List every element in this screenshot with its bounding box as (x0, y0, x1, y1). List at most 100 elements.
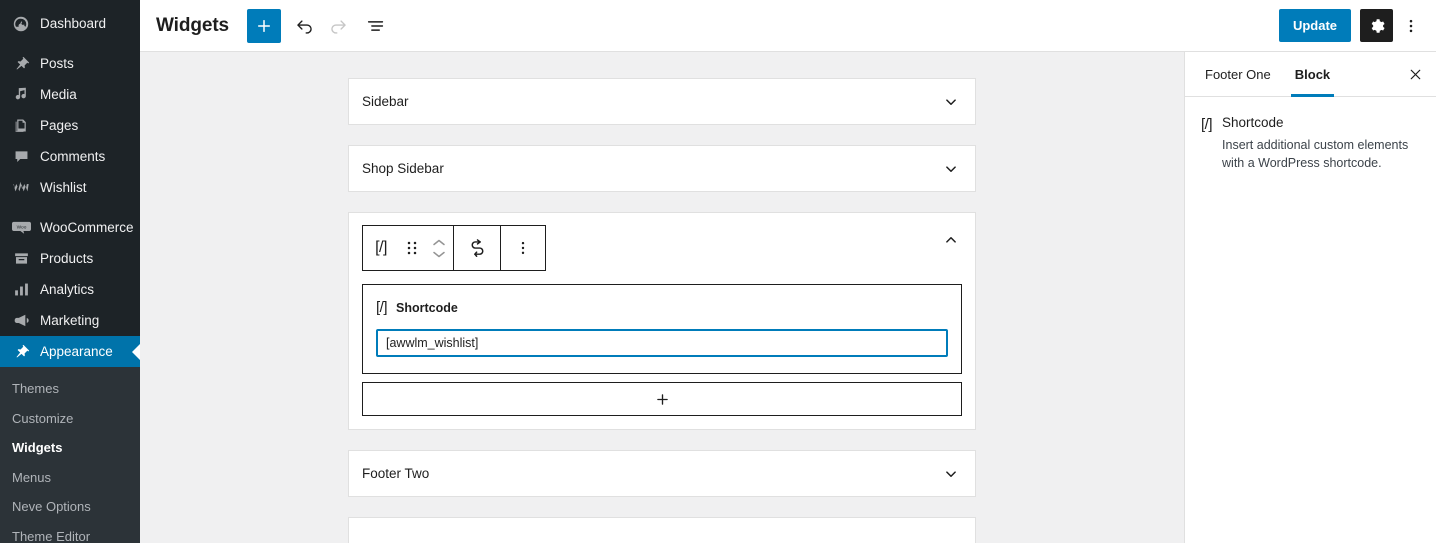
widget-areas-canvas: Sidebar Shop Sidebar [/] [/] Shortcode [… (140, 52, 1184, 543)
chevron-up-icon[interactable] (941, 230, 961, 250)
media-icon (11, 85, 31, 105)
sidebar-item-label: Media (40, 86, 77, 102)
widget-panel-shop-sidebar: Shop Sidebar (348, 145, 976, 192)
sidebar-item-media[interactable]: Media (0, 79, 140, 110)
block-info-card: [/] Shortcode Insert additional custom e… (1185, 97, 1436, 172)
shortcode-label-text: Shortcode (396, 300, 458, 315)
add-block-appender[interactable] (362, 382, 962, 416)
submenu-item-neve-options[interactable]: Neve Options (0, 492, 140, 522)
widget-panel-sidebar: Sidebar (348, 78, 976, 125)
sidebar-item-comments[interactable]: Comments (0, 141, 140, 172)
plus-icon (656, 393, 668, 405)
panel-title: Shop Sidebar (362, 161, 444, 176)
products-icon (11, 249, 31, 269)
sidebar-item-label: Products (40, 250, 94, 266)
panel-header[interactable]: Sidebar (349, 79, 975, 124)
submenu-item-themes[interactable]: Themes (0, 374, 140, 404)
redo-icon (330, 20, 346, 34)
panel-header[interactable] (349, 518, 975, 543)
update-button[interactable]: Update (1278, 9, 1351, 42)
list-view-button[interactable] (359, 9, 393, 43)
block-info-text: Shortcode Insert additional custom eleme… (1222, 115, 1420, 172)
shortcode-input[interactable] (376, 329, 948, 357)
panel-header[interactable]: Shop Sidebar (349, 146, 975, 191)
sidebar-item-pages[interactable]: Pages (0, 110, 140, 141)
tab-block[interactable]: Block (1283, 52, 1342, 97)
undo-icon (296, 20, 312, 34)
block-type-glyph: [/] (375, 239, 387, 256)
chevron-down-icon[interactable] (941, 464, 961, 484)
sidebar-item-woocommerce[interactable]: Woo WooCommerce (0, 212, 140, 243)
kebab-menu-icon (1409, 19, 1413, 32)
dashboard-icon (11, 14, 31, 34)
gear-icon (1371, 18, 1385, 33)
admin-sidebar: Dashboard Posts Media Pages Comments Wis… (0, 0, 140, 543)
sidebar-item-label: Dashboard (40, 15, 107, 31)
block-inspector-sidebar: Footer One Block [/] Shortcode Insert ad… (1184, 52, 1436, 543)
woocommerce-icon: Woo (11, 218, 31, 238)
submenu-item-theme-editor[interactable]: Theme Editor (0, 522, 140, 543)
block-info-description: Insert additional custom elements with a… (1222, 138, 1409, 171)
shortcode-block-icon: [/] (1201, 116, 1213, 133)
redo-button[interactable] (321, 9, 355, 43)
sidebar-item-wishlist[interactable]: Wishlist (0, 172, 140, 203)
panel-title: Footer Two (362, 466, 430, 481)
pages-icon (11, 116, 31, 136)
block-info-title: Shortcode (1222, 115, 1284, 130)
comments-icon (11, 147, 31, 167)
block-options-icon[interactable] (501, 226, 545, 270)
editor-body: Sidebar Shop Sidebar [/] [/] Shortcode [… (140, 52, 1436, 543)
close-icon[interactable] (1394, 52, 1436, 96)
sidebar-item-label: Analytics (40, 281, 95, 297)
settings-button[interactable] (1360, 9, 1393, 42)
analytics-icon (11, 280, 31, 300)
block-toolbar: [/] (362, 225, 546, 271)
sidebar-item-label: Pages (40, 117, 79, 133)
add-block-button[interactable] (247, 8, 282, 43)
shortcode-block-icon[interactable]: [/] (363, 226, 399, 270)
move-up-down-icon[interactable] (425, 226, 453, 270)
editor-header: Widgets Update (140, 0, 1436, 52)
sidebar-item-dashboard[interactable]: Dashboard (0, 8, 140, 39)
more-options-button[interactable] (1396, 9, 1426, 42)
sidebar-item-products[interactable]: Products (0, 243, 140, 274)
submenu-item-widgets[interactable]: Widgets (0, 433, 140, 463)
sidebar-item-label: Wishlist (40, 179, 87, 195)
panel-title: Sidebar (362, 94, 409, 109)
panel-header[interactable]: Footer Two (349, 451, 975, 496)
page-title: Widgets (156, 14, 230, 36)
shortcode-block[interactable]: [/] Shortcode (362, 284, 962, 374)
sidebar-item-label: Appearance (40, 343, 113, 359)
list-view-icon (367, 20, 384, 31)
wishlist-icon (11, 178, 31, 198)
submenu-item-customize[interactable]: Customize (0, 404, 140, 434)
menu-separator (0, 39, 140, 48)
appearance-submenu: Themes Customize Widgets Menus Neve Opti… (0, 367, 140, 543)
sidebar-item-analytics[interactable]: Analytics (0, 274, 140, 305)
shortcode-block-icon: [/] (376, 299, 388, 316)
submenu-item-menus[interactable]: Menus (0, 463, 140, 493)
svg-text:Woo: Woo (16, 224, 26, 230)
sidebar-item-marketing[interactable]: Marketing (0, 305, 140, 336)
sidebar-item-posts[interactable]: Posts (0, 48, 140, 79)
panel-header: [/] (349, 213, 975, 284)
plus-icon (258, 19, 270, 32)
inspector-tabs: Footer One Block (1185, 52, 1436, 97)
shortcode-block-label: [/] Shortcode (376, 299, 948, 316)
transform-block-icon[interactable] (454, 226, 500, 270)
pin-icon (11, 54, 31, 74)
block-toolbar-left-group: [/] (363, 226, 453, 270)
chevron-down-icon[interactable] (941, 92, 961, 112)
sidebar-item-label: Marketing (40, 312, 100, 328)
sidebar-item-label: Posts (40, 55, 74, 71)
widget-panel-next-partial (348, 517, 976, 543)
tab-footer-one[interactable]: Footer One (1193, 52, 1283, 96)
chevron-down-icon[interactable] (941, 159, 961, 179)
appearance-icon (11, 342, 31, 362)
main-column: Widgets Update Sidebar Shop Sidebar [/] … (140, 0, 1436, 543)
drag-handle-icon[interactable] (399, 226, 425, 270)
sidebar-item-label: Comments (40, 148, 106, 164)
sidebar-item-label: WooCommerce (40, 219, 134, 235)
sidebar-item-appearance[interactable]: Appearance (0, 336, 140, 367)
undo-button[interactable] (287, 9, 321, 43)
